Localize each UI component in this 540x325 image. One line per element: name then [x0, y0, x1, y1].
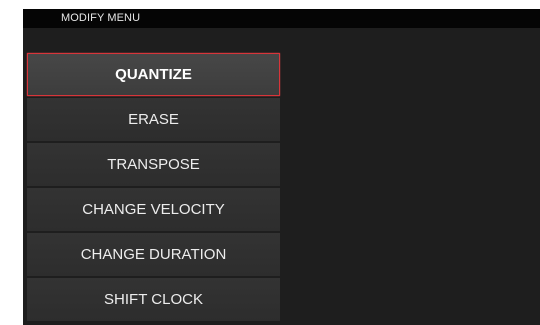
menu-item-label: TRANSPOSE [107, 156, 200, 173]
menu-item-quantize[interactable]: QUANTIZE [27, 53, 280, 96]
menu-item-erase[interactable]: ERASE [27, 98, 280, 141]
menu-item-change-velocity[interactable]: CHANGE VELOCITY [27, 188, 280, 231]
menu-item-transpose[interactable]: TRANSPOSE [27, 143, 280, 186]
menu-item-shift-clock[interactable]: SHIFT CLOCK [27, 278, 280, 321]
title-bar: MODIFY MENU [23, 9, 540, 28]
menu-item-label: CHANGE DURATION [80, 246, 227, 263]
modify-menu-list: QUANTIZE ERASE TRANSPOSE CHANGE VELOCITY… [27, 53, 280, 323]
menu-title: MODIFY MENU [61, 12, 141, 24]
menu-item-label: SHIFT CLOCK [104, 291, 203, 308]
menu-item-change-duration[interactable]: CHANGE DURATION [27, 233, 280, 276]
menu-item-label: QUANTIZE [115, 66, 192, 83]
menu-item-label: CHANGE VELOCITY [82, 201, 225, 218]
device-screen: MODIFY MENU QUANTIZE ERASE TRANSPOSE CHA… [23, 9, 540, 325]
menu-item-label: ERASE [128, 111, 179, 128]
